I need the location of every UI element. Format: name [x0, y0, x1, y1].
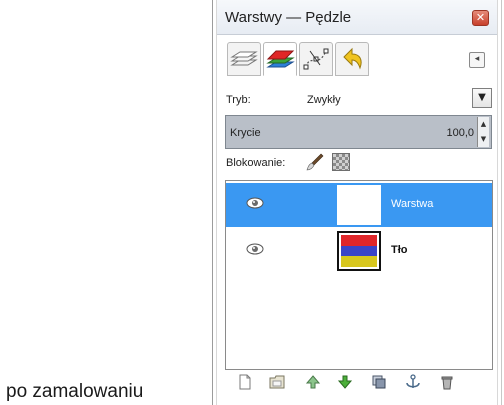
layers-list: Warstwa Tło — [225, 180, 493, 370]
lock-alpha-icon[interactable] — [332, 153, 350, 171]
spin-down-button[interactable]: ▼ — [478, 132, 489, 147]
visibility-eye-icon[interactable] — [246, 197, 264, 209]
layer-thumbnail-white — [337, 185, 381, 225]
tab-menu-button[interactable]: ◂ — [469, 52, 485, 68]
window-title: Warstwy — Pędzle — [225, 9, 352, 26]
mode-label: Tryb: — [226, 94, 251, 106]
opacity-value[interactable]: 100,0 — [446, 127, 474, 139]
opacity-slider[interactable]: Krycie 100,0 ▲ ▼ — [225, 115, 492, 149]
lock-pixels-brush-icon[interactable] — [306, 153, 324, 171]
lower-layer-icon[interactable] — [337, 374, 353, 390]
mode-dropdown-button[interactable]: ▼ — [472, 88, 492, 108]
duplicate-layer-icon[interactable] — [371, 374, 387, 390]
title-bar[interactable]: Warstwy — Pędzle ✕ — [217, 0, 497, 35]
paths-icon — [303, 48, 329, 70]
lock-label: Blokowanie: — [226, 157, 286, 169]
layers-toolbar — [217, 372, 495, 396]
dock-tabs: ◂ — [227, 40, 495, 80]
anchor-layer-icon[interactable] — [405, 374, 421, 390]
mode-select[interactable]: Zwykły — [307, 94, 341, 106]
spin-up-button[interactable]: ▲ — [478, 117, 489, 132]
tab-undo-history[interactable] — [335, 42, 369, 76]
channels-icon — [266, 50, 295, 68]
layers-dialog: Warstwy — Pędzle ✕ ◂ Tryb: Zwykły ▼ Kryc… — [212, 0, 502, 405]
layer-row-tlo[interactable]: Tło — [226, 229, 492, 273]
visibility-eye-icon[interactable] — [246, 243, 264, 255]
tab-layers[interactable] — [227, 42, 261, 76]
close-button[interactable]: ✕ — [472, 10, 489, 26]
raise-layer-icon[interactable] — [305, 374, 321, 390]
delete-layer-icon[interactable] — [439, 374, 455, 390]
tab-channels[interactable] — [263, 42, 297, 76]
new-layer-group-icon[interactable] — [269, 374, 285, 390]
new-layer-icon[interactable] — [237, 374, 253, 390]
layer-thumbnail-flag — [337, 231, 381, 271]
opacity-label: Krycie — [230, 127, 261, 139]
layer-name[interactable]: Warstwa — [391, 198, 433, 210]
caption-text: po zamalowaniu — [6, 381, 144, 402]
layer-row-warstwa[interactable]: Warstwa — [226, 183, 492, 227]
undo-history-icon — [343, 47, 362, 70]
tab-paths[interactable] — [299, 42, 333, 76]
opacity-spinner[interactable]: ▲ ▼ — [477, 117, 489, 147]
layer-name[interactable]: Tło — [391, 244, 408, 256]
layers-icon — [230, 51, 258, 66]
